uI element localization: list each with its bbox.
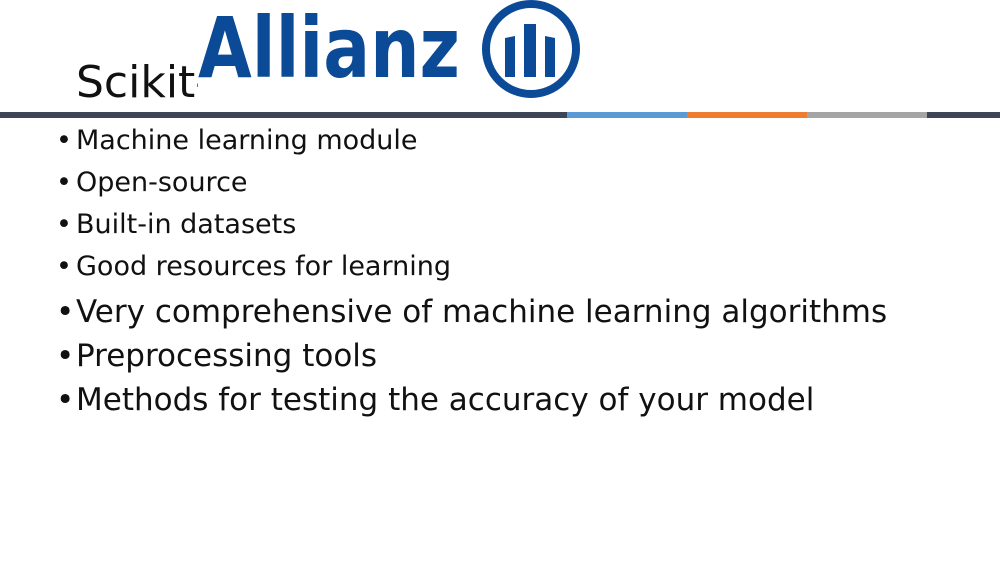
bullet-icon: • <box>56 294 75 330</box>
list-item: • Built-in datasets <box>56 204 887 246</box>
divider-segment-dark <box>0 112 567 118</box>
bullet-icon: • <box>56 209 72 240</box>
bullet-icon: • <box>56 125 72 156</box>
list-item: • Methods for testing the accuracy of yo… <box>56 378 887 422</box>
divider-segment-blue <box>567 112 687 118</box>
bullet-icon: • <box>56 338 75 374</box>
divider-segment-orange <box>687 112 807 118</box>
divider-segment-gray <box>807 112 927 118</box>
bullet-text: Open-source <box>76 167 248 198</box>
list-item: • Good resources for learning <box>56 246 887 288</box>
bullet-text: Very comprehensive of machine learning a… <box>76 294 888 330</box>
bullet-icon: • <box>56 251 72 282</box>
bullet-list: • Machine learning module • Open-source … <box>56 120 887 422</box>
bullet-text: Machine learning module <box>76 125 418 156</box>
bullet-icon: • <box>56 167 72 198</box>
list-item: • Very comprehensive of machine learning… <box>56 290 887 334</box>
bullet-icon: • <box>56 382 75 418</box>
bullet-text: Methods for testing the accuracy of your… <box>76 382 815 418</box>
bullet-text: Preprocessing tools <box>76 338 378 374</box>
logo-wordmark: Allianz <box>198 0 460 97</box>
list-item: • Preprocessing tools <box>56 334 887 378</box>
list-item: • Machine learning module <box>56 120 887 162</box>
bullet-text: Good resources for learning <box>76 251 451 282</box>
bullet-text: Built-in datasets <box>76 209 297 240</box>
slide: Scikit-learn Allianz • Machine learning … <box>0 0 1000 562</box>
allianz-logo: Allianz <box>198 0 583 100</box>
list-item: • Open-source <box>56 162 887 204</box>
divider-segment-dark-end <box>927 112 1000 118</box>
